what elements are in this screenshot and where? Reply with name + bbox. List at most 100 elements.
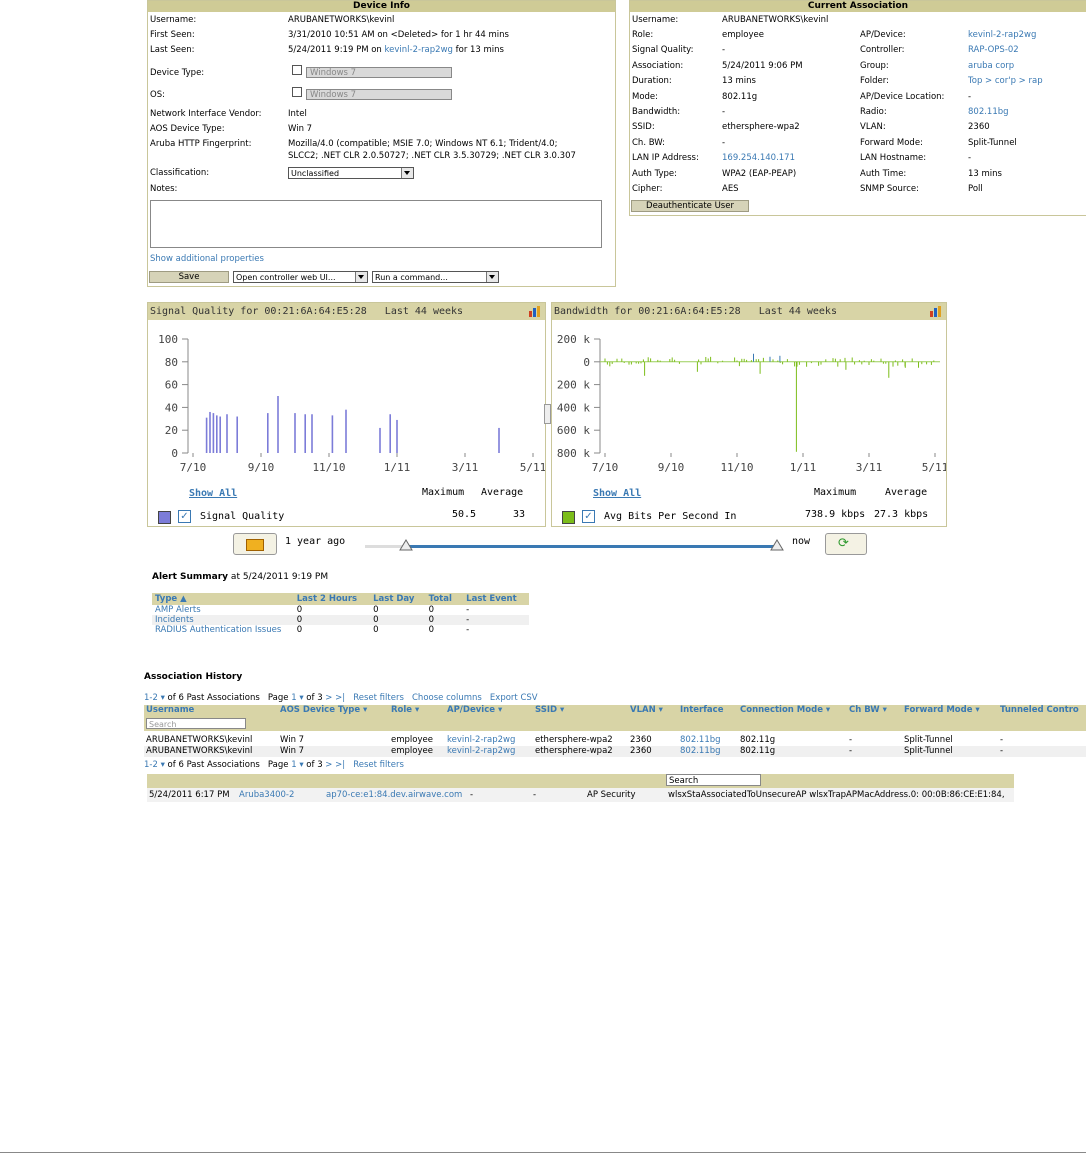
y-tick-label: 200 k	[557, 333, 590, 346]
slider-options-button[interactable]	[233, 533, 277, 555]
alert-type-link[interactable]: AMP Alerts	[152, 605, 294, 615]
bandwidth-legend-checkbox[interactable]: ✓	[582, 510, 595, 523]
chart-type-icon[interactable]	[930, 306, 942, 317]
association-cell-link[interactable]: 802.11bg	[680, 735, 721, 746]
reset-filters-link[interactable]: Reset filters	[353, 760, 404, 770]
first-seen-label: First Seen:	[150, 30, 195, 40]
refresh-button[interactable]: ⟳	[825, 533, 867, 555]
notes-textarea[interactable]	[150, 200, 602, 248]
chevron-down-icon[interactable]: ▾	[158, 693, 165, 703]
alert-type-link[interactable]: Incidents	[152, 615, 294, 625]
export-csv-link[interactable]: Export CSV	[490, 693, 538, 703]
deauthenticate-user-button[interactable]: Deauthenticate User	[631, 200, 749, 212]
username-search-input[interactable]: Search	[146, 718, 246, 729]
chevron-down-icon[interactable]: ▾	[297, 760, 303, 770]
username-value: ARUBANETWORKS\kevinl	[288, 15, 395, 25]
alert-column-header[interactable]: Last 2 Hours	[294, 593, 370, 605]
choose-columns-link[interactable]: Choose columns	[412, 693, 482, 703]
controller-select-value: Open controller web UI...	[236, 273, 336, 282]
alert-column-header[interactable]: Last Day	[370, 593, 426, 605]
association-column-header[interactable]: Ch BW ▾	[849, 705, 887, 716]
association-column-header[interactable]: AOS Device Type ▾	[280, 705, 367, 716]
ca-field-link[interactable]: 169.254.140.171	[722, 153, 795, 164]
pager-next-last[interactable]: > >|	[323, 760, 345, 770]
signal-quality-chart: Signal Quality for 00:21:6A:64:E5:28 Las…	[147, 302, 546, 527]
os-label: OS:	[150, 90, 165, 100]
alert-column-header[interactable]: Total	[426, 593, 464, 605]
controller-web-ui-select[interactable]: Open controller web UI...	[233, 271, 368, 283]
chart-splitter-handle[interactable]	[544, 404, 551, 424]
page-size-select[interactable]: 1-2	[144, 693, 158, 703]
association-column-header[interactable]: Forward Mode ▾	[904, 705, 980, 716]
page-size-select[interactable]: 1-2	[144, 760, 158, 770]
last-seen-device-link[interactable]: kevinl-2-rap2wg	[385, 45, 453, 55]
association-column-header[interactable]: VLAN ▾	[630, 705, 663, 716]
last-seen-date: 5/24/2011 9:19 PM on	[288, 45, 385, 55]
reset-filters-link[interactable]: Reset filters	[353, 693, 404, 703]
ca-field-link[interactable]: kevinl-2-rap2wg	[968, 30, 1036, 41]
run-command-select[interactable]: Run a command...	[372, 271, 499, 283]
time-slider-range	[405, 545, 778, 548]
ca-username-label: Username:	[632, 15, 679, 25]
association-cell-link[interactable]: kevinl-2-rap2wg	[447, 735, 515, 746]
alert-cell: 0	[373, 615, 379, 625]
device-type-field[interactable]: Windows 7	[306, 67, 452, 78]
association-column-header[interactable]: Role ▾	[391, 705, 419, 716]
os-field[interactable]: Windows 7	[306, 89, 452, 100]
chevron-down-icon[interactable]: ▾	[297, 693, 303, 703]
association-column-header[interactable]: Tunneled Contro	[1000, 705, 1079, 716]
alert-cell: 0	[428, 625, 435, 635]
alert-summary-timestamp: at 5/24/2011 9:19 PM	[228, 572, 329, 582]
save-button[interactable]: Save	[149, 271, 229, 283]
chart-type-icon[interactable]	[529, 306, 541, 317]
os-checkbox[interactable]	[292, 87, 302, 97]
slider-start-handle[interactable]	[399, 539, 413, 551]
trap-cell-link[interactable]: Aruba3400-2	[239, 790, 294, 801]
association-cell: -	[849, 735, 853, 745]
first-seen-value: 3/31/2010 10:51 AM on <Deleted> for 1 hr…	[288, 30, 509, 40]
slider-end-handle[interactable]	[770, 539, 784, 551]
ca-field-link[interactable]: RAP-OPS-02	[968, 45, 1019, 56]
trap-search-input[interactable]: Search	[666, 774, 761, 786]
association-column-header[interactable]: Username	[146, 705, 194, 716]
association-column-header[interactable]: Interface	[680, 705, 723, 716]
y-tick-label: 80	[165, 356, 178, 369]
device-type-checkbox[interactable]	[292, 65, 302, 75]
chevron-down-icon[interactable]: ▾	[158, 760, 165, 770]
show-additional-properties-link[interactable]: Show additional properties	[150, 254, 264, 265]
ca-field-link[interactable]: Top > cor'p > rap	[968, 76, 1043, 87]
bandwidth-legend-label: Avg Bits Per Second In	[604, 511, 737, 522]
x-tick-label: 5/11	[922, 461, 946, 474]
classification-select[interactable]: Unclassified	[288, 167, 414, 179]
association-cell-link[interactable]: 802.11bg	[680, 746, 721, 757]
trap-cell-link[interactable]: ap70-ce:e1:84.dev.airwave.com	[326, 790, 462, 801]
alert-column-header[interactable]: Type ▲	[152, 593, 294, 605]
bandwidth-show-all[interactable]: Show All	[593, 488, 641, 499]
ca-field-label: Auth Type:	[632, 168, 678, 179]
last-seen-label: Last Seen:	[150, 45, 195, 55]
ca-field-value: WPA2 (EAP-PEAP)	[722, 168, 797, 179]
association-cell: Win 7	[280, 735, 305, 745]
pager-next-last[interactable]: > >|	[323, 693, 345, 703]
trap-table-row[interactable]: 5/24/2011 6:17 PM Aruba3400-2 ap70-ce:e1:8…	[147, 788, 1014, 802]
x-tick-label: 3/11	[856, 461, 883, 474]
association-column-header[interactable]: AP/Device ▾	[447, 705, 502, 716]
fingerprint-row: Aruba HTTP Fingerprint: Mozilla/4.0 (com…	[150, 139, 610, 163]
fingerprint-line1: Mozilla/4.0 (compatible; MSIE 7.0; Windo…	[288, 139, 558, 149]
alert-summary-table: Type ▲ Last 2 Hours Last Day Total Last Even…	[152, 593, 529, 635]
bandwidth-avg-value: 27.3 kbps	[874, 509, 929, 520]
alert-column-header[interactable]: Last Event	[463, 593, 529, 605]
association-cell-link[interactable]: kevinl-2-rap2wg	[447, 746, 515, 757]
signal-quality-show-all[interactable]: Show All	[189, 488, 237, 499]
ca-field-link[interactable]: 802.11bg	[968, 107, 1009, 118]
association-column-header[interactable]: Connection Mode ▾	[740, 705, 830, 716]
ca-field-link[interactable]: aruba corp	[968, 61, 1014, 72]
association-column-header[interactable]: SSID ▾	[535, 705, 564, 716]
signal-quality-legend-checkbox[interactable]: ✓	[178, 510, 191, 523]
trap-cell: wlsxStaAssociatedToUnsecureAP wlsxTrapAP…	[668, 790, 1005, 800]
association-cell: Split-Tunnel	[904, 746, 953, 756]
alert-row: Incidents 0 0 0-	[152, 615, 529, 625]
alert-type-link[interactable]: RADIUS Authentication Issues	[152, 625, 294, 635]
signal-quality-chart-header: Signal Quality for 00:21:6A:64:E5:28 Las…	[148, 303, 545, 320]
y-tick-label: 60	[165, 379, 178, 392]
